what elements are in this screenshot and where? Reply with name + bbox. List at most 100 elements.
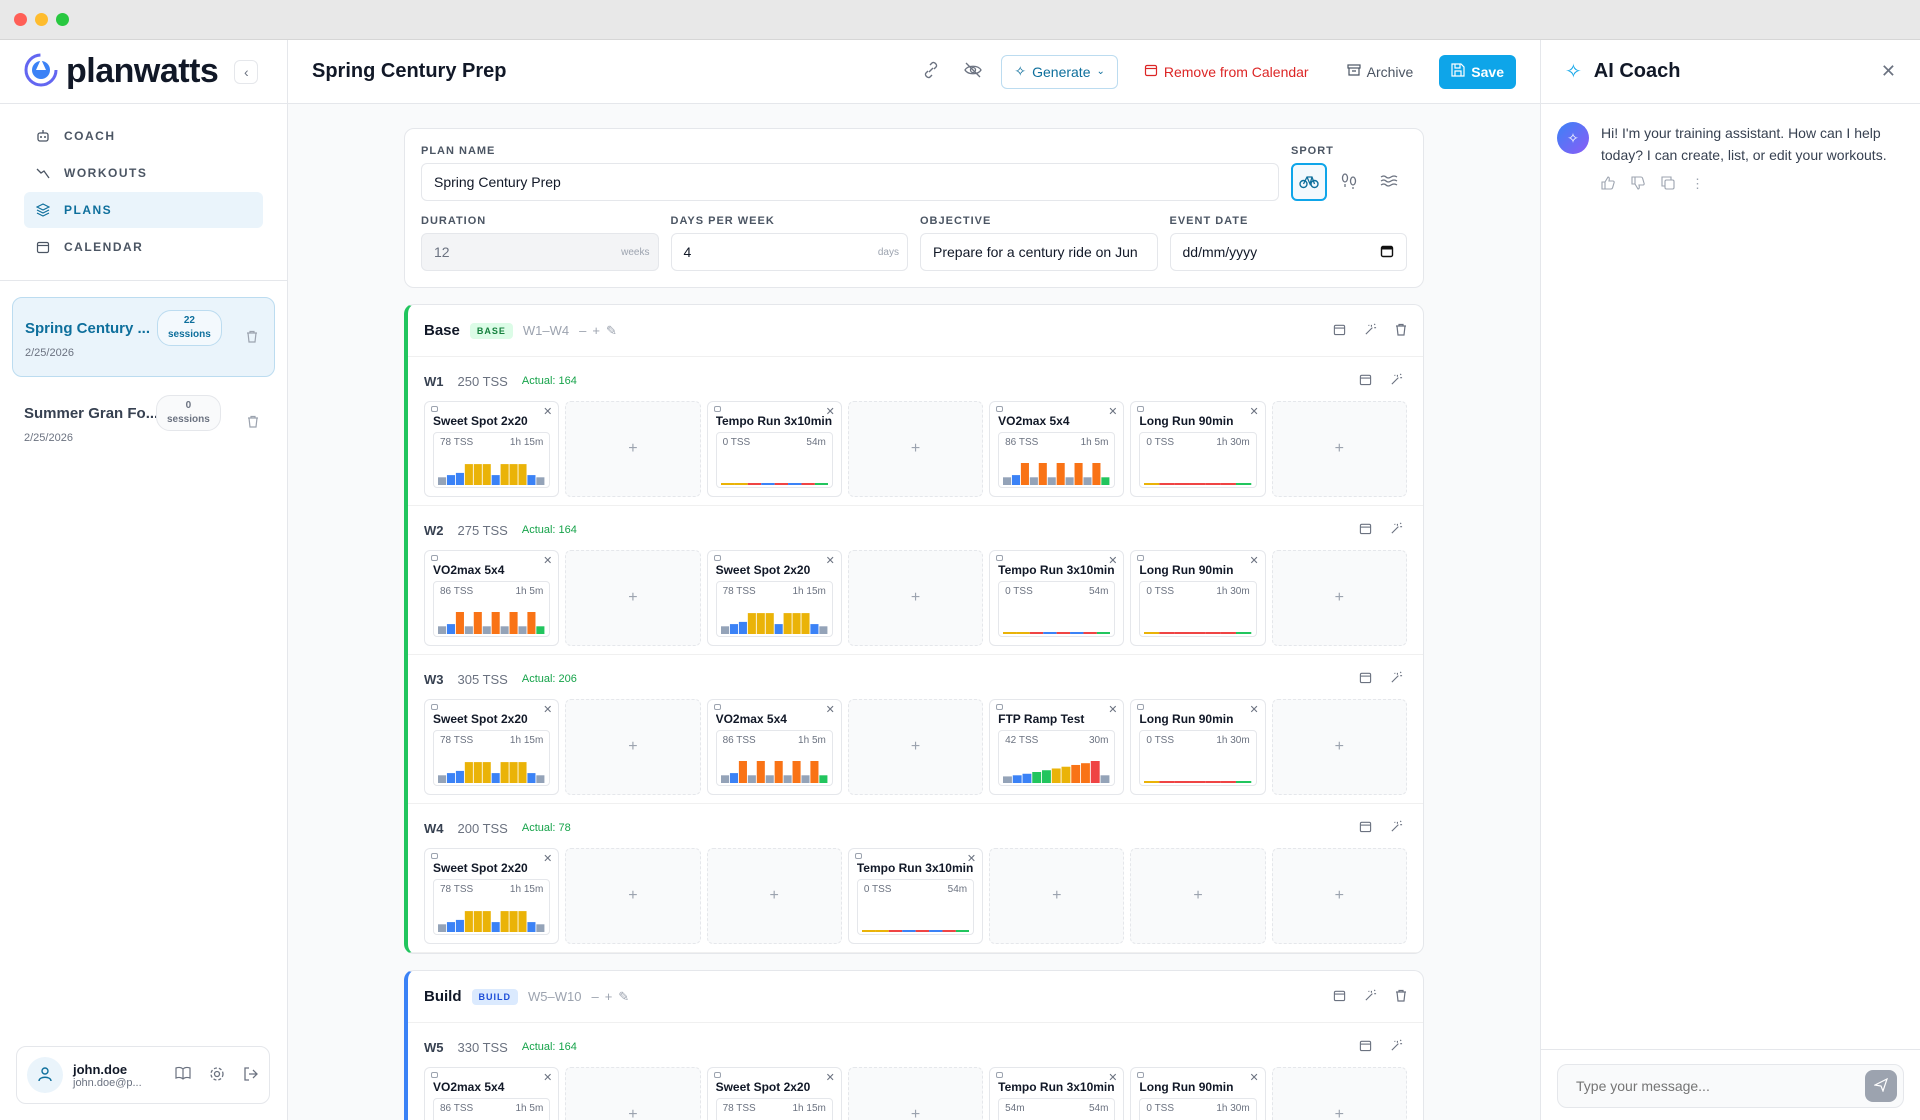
archive-button[interactable]: Archive (1335, 55, 1426, 89)
nav-item-plans[interactable]: PLANS (24, 192, 263, 228)
plan-card[interactable]: Summer Gran Fo... 2/25/2026 0 sessions (12, 383, 275, 463)
add-workout-slot[interactable]: + (847, 699, 984, 795)
workout-card[interactable]: ✕ VO2max 5x4 86 TSS 1h 5m (706, 699, 842, 795)
nav-item-workouts[interactable]: WORKOUTS (24, 155, 263, 191)
send-button[interactable] (1865, 1070, 1897, 1102)
lock-icon[interactable] (713, 555, 721, 561)
plan-name-input[interactable]: Spring Century Prep (421, 163, 1279, 201)
add-workout-slot[interactable]: + (847, 401, 984, 497)
close-window-button[interactable] (14, 13, 27, 26)
lock-icon[interactable] (1137, 406, 1145, 412)
maximize-window-button[interactable] (56, 13, 69, 26)
workout-card[interactable]: ✕ Tempo Run 3x10min 54m 54m (989, 1067, 1125, 1120)
workout-card[interactable]: ✕ Sweet Spot 2x20 78 TSS 1h 15m (424, 699, 560, 795)
add-workout-slot[interactable]: + (847, 550, 984, 646)
lock-icon[interactable] (996, 1072, 1004, 1078)
workout-card[interactable]: ✕ Sweet Spot 2x20 78 TSS 1h 15m (424, 848, 560, 944)
add-week-button[interactable]: + (605, 989, 619, 1004)
workout-card[interactable]: ✕ VO2max 5x4 86 TSS 1h 5m (424, 550, 560, 646)
delete-plan-button[interactable] (246, 330, 258, 346)
lock-icon[interactable] (1137, 555, 1145, 561)
magic-wand-icon[interactable] (1390, 522, 1403, 538)
workout-card[interactable]: ✕ FTP Ramp Test 42 TSS 30m (989, 699, 1125, 795)
lock-icon[interactable] (713, 704, 721, 710)
calendar-icon[interactable] (1359, 522, 1372, 538)
remove-week-button[interactable]: – (591, 989, 604, 1004)
add-workout-slot[interactable]: + (847, 1067, 984, 1120)
add-workout-slot[interactable]: + (1271, 550, 1407, 646)
more-icon[interactable]: ⋮ (1691, 176, 1704, 193)
sport-swim-button[interactable] (1371, 163, 1407, 201)
lock-icon[interactable] (431, 555, 438, 561)
add-workout-slot[interactable]: + (1130, 848, 1266, 944)
hide-button[interactable] (959, 58, 987, 86)
lock-icon[interactable] (431, 853, 438, 859)
nav-item-calendar[interactable]: CALENDAR (24, 229, 263, 265)
add-workout-slot[interactable]: + (1271, 1067, 1407, 1120)
remove-week-button[interactable]: – (579, 323, 592, 338)
calendar-icon[interactable] (1380, 244, 1394, 261)
workout-card[interactable]: ✕ Tempo Run 3x10min 0 TSS 54m (989, 550, 1125, 646)
book-icon[interactable] (175, 1066, 191, 1085)
calendar-icon[interactable] (1333, 989, 1346, 1005)
nav-item-coach[interactable]: COACH (24, 118, 263, 154)
add-week-button[interactable]: + (592, 323, 606, 338)
add-workout-slot[interactable]: + (565, 1067, 701, 1120)
generate-button[interactable]: ✧ Generate ⌄ (1001, 54, 1118, 89)
remove-from-calendar-button[interactable]: Remove from Calendar (1132, 55, 1321, 89)
add-workout-slot[interactable]: + (1271, 401, 1407, 497)
chat-input[interactable] (1576, 1078, 1865, 1094)
add-workout-slot[interactable]: + (989, 848, 1125, 944)
add-workout-slot[interactable]: + (1271, 848, 1407, 944)
collapse-sidebar-button[interactable]: ‹ (234, 59, 259, 84)
lock-icon[interactable] (996, 704, 1004, 710)
workout-card[interactable]: ✕ Long Run 90min 0 TSS 1h 30m (1130, 550, 1266, 646)
add-workout-slot[interactable]: + (565, 699, 701, 795)
plan-card[interactable]: Spring Century ... 2/25/2026 22 sessions (12, 297, 275, 377)
calendar-icon[interactable] (1359, 820, 1372, 836)
add-workout-slot[interactable]: + (565, 401, 701, 497)
workout-card[interactable]: ✕ Long Run 90min 0 TSS 1h 30m (1130, 1067, 1266, 1120)
sport-bike-button[interactable] (1291, 163, 1327, 201)
workout-card[interactable]: ✕ Sweet Spot 2x20 78 TSS 1h 15m (706, 550, 842, 646)
days-per-week-input[interactable]: 4 days (670, 233, 908, 271)
workout-card[interactable]: ✕ Tempo Run 3x10min 0 TSS 54m (847, 848, 984, 944)
magic-wand-icon[interactable] (1390, 373, 1403, 389)
calendar-icon[interactable] (1359, 1039, 1372, 1055)
magic-wand-icon[interactable] (1390, 671, 1403, 687)
thumbs-down-icon[interactable] (1631, 176, 1645, 193)
lock-icon[interactable] (713, 406, 721, 412)
close-icon[interactable]: ✕ (1881, 61, 1896, 82)
magic-wand-icon[interactable] (1390, 820, 1403, 836)
workout-card[interactable]: ✕ VO2max 5x4 86 TSS 1h 5m (989, 401, 1125, 497)
lock-icon[interactable] (854, 853, 862, 859)
workout-card[interactable]: ✕ Sweet Spot 2x20 78 TSS 1h 15m (424, 401, 560, 497)
calendar-icon[interactable] (1359, 373, 1372, 389)
sport-run-button[interactable] (1331, 163, 1367, 201)
add-workout-slot[interactable]: + (565, 550, 701, 646)
workout-card[interactable]: ✕ Sweet Spot 2x20 78 TSS 1h 15m (706, 1067, 842, 1120)
calendar-icon[interactable] (1333, 323, 1346, 339)
avatar[interactable] (27, 1057, 63, 1093)
minimize-window-button[interactable] (35, 13, 48, 26)
lock-icon[interactable] (996, 406, 1004, 412)
logout-icon[interactable] (243, 1066, 259, 1085)
pencil-icon[interactable]: ✎ (606, 323, 623, 338)
lock-icon[interactable] (431, 704, 438, 710)
workout-card[interactable]: ✕ Tempo Run 3x10min 0 TSS 54m (706, 401, 842, 497)
add-workout-slot[interactable]: + (706, 848, 842, 944)
calendar-icon[interactable] (1359, 671, 1372, 687)
gear-icon[interactable] (209, 1066, 225, 1085)
link-button[interactable] (917, 58, 945, 86)
trash-icon[interactable] (1395, 323, 1407, 339)
lock-icon[interactable] (1137, 1072, 1145, 1078)
magic-wand-icon[interactable] (1364, 323, 1377, 339)
delete-plan-button[interactable] (247, 415, 259, 431)
copy-icon[interactable] (1661, 176, 1675, 193)
magic-wand-icon[interactable] (1390, 1039, 1403, 1055)
lock-icon[interactable] (431, 1072, 438, 1078)
objective-input[interactable]: Prepare for a century ride on Jun (920, 233, 1158, 271)
lock-icon[interactable] (996, 555, 1004, 561)
add-workout-slot[interactable]: + (565, 848, 701, 944)
lock-icon[interactable] (713, 1072, 721, 1078)
